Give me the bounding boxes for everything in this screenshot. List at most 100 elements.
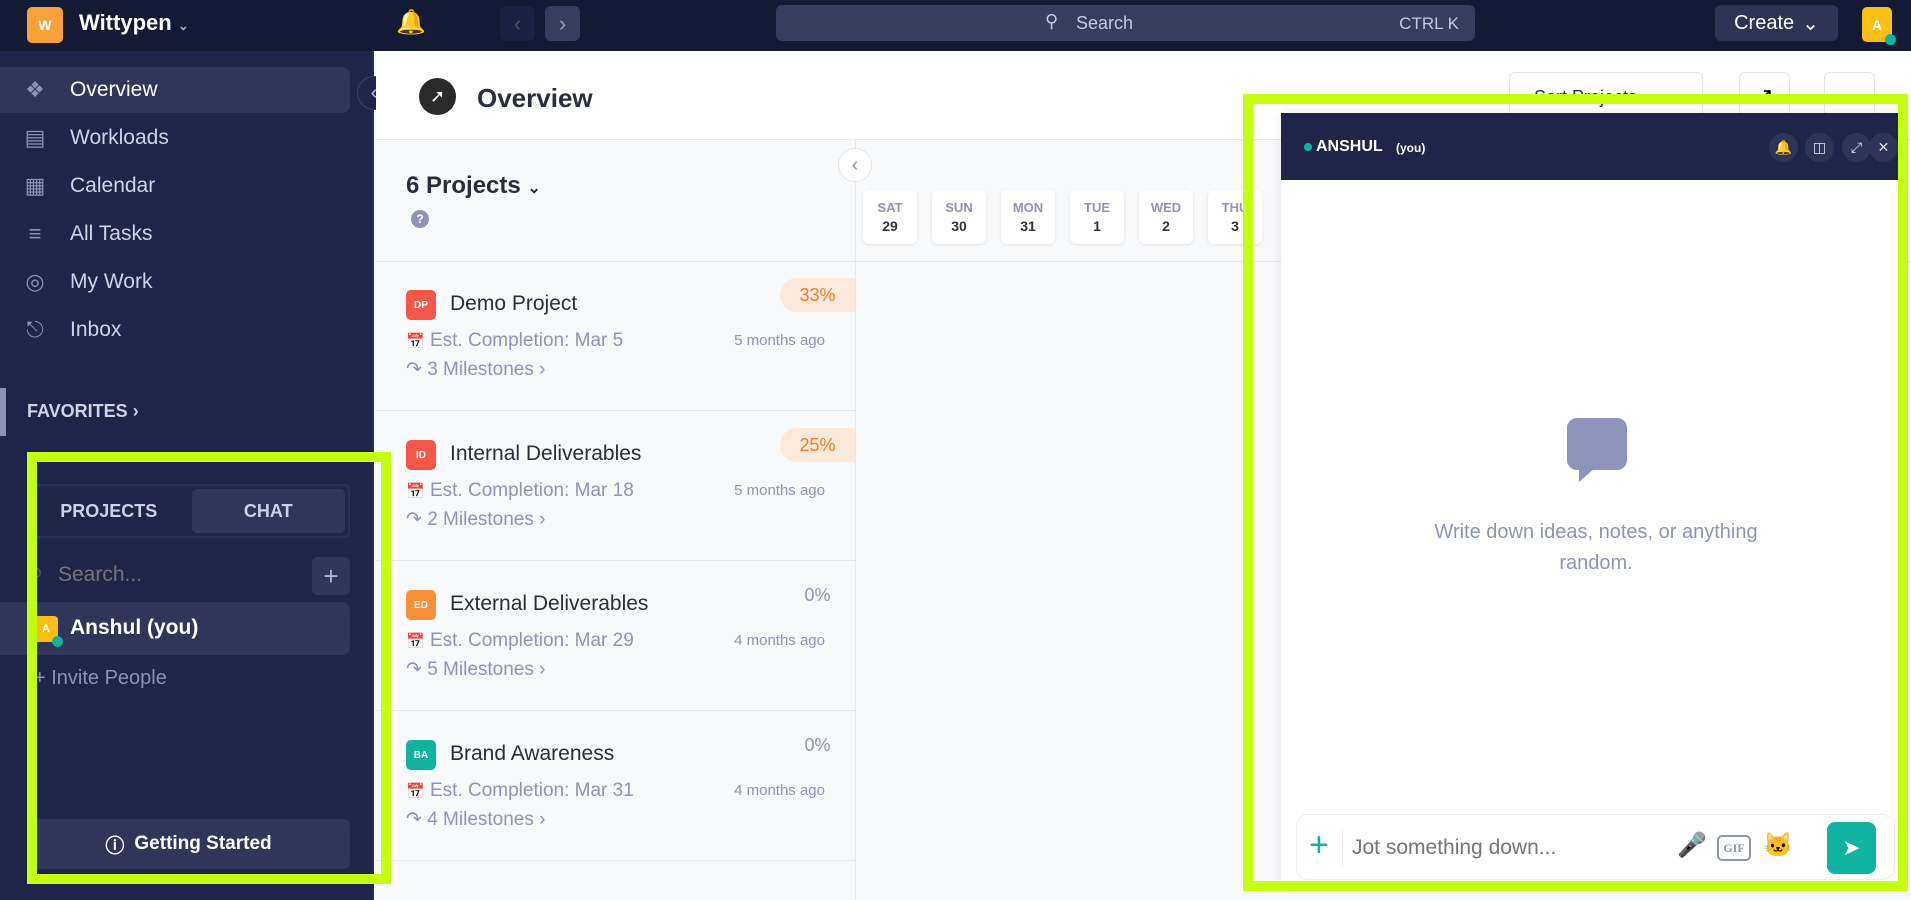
calendar-icon: ▦ xyxy=(24,173,46,198)
projects-count-dropdown[interactable]: 6 Projects ⌄ xyxy=(406,172,541,200)
favorites-indicator xyxy=(0,388,6,436)
search-shortcut: CTRL K xyxy=(1399,14,1459,33)
add-chat-button[interactable]: + xyxy=(312,557,350,595)
completion-date: 📅 Est. Completion: Mar 29 xyxy=(406,630,634,652)
favorites-label: FAVORITES xyxy=(27,401,128,421)
project-name[interactable]: Brand Awareness xyxy=(450,742,614,766)
sidebar-tabs: PROJECTS CHAT xyxy=(27,484,350,538)
project-name[interactable]: Internal Deliverables xyxy=(450,442,641,466)
milestones-link[interactable]: ↷ 4 Milestones › xyxy=(406,808,545,831)
help-circle-icon: ⓘ xyxy=(105,835,125,857)
tab-projects[interactable]: PROJECTS xyxy=(32,489,186,533)
chat-search-input[interactable] xyxy=(58,559,298,591)
sticker-icon[interactable]: 🐱 xyxy=(1763,831,1793,860)
chevron-right-icon: › xyxy=(539,809,546,830)
nav-label: Calendar xyxy=(70,174,156,197)
project-row[interactable]: BA Brand Awareness 📅 Est. Completion: Ma… xyxy=(376,712,855,861)
forward-button[interactable]: › xyxy=(545,6,580,41)
milestones-text: 4 Milestones xyxy=(427,809,534,830)
project-name[interactable]: Demo Project xyxy=(450,292,577,316)
milestones-link[interactable]: ↷ 5 Milestones › xyxy=(406,658,545,681)
completion-date: 📅 Est. Completion: Mar 18 xyxy=(406,480,634,502)
project-name[interactable]: External Deliverables xyxy=(450,592,648,616)
search-icon: ⚲ xyxy=(1045,11,1059,31)
milestones-text: 5 Milestones xyxy=(427,659,534,680)
invite-people-link[interactable]: + Invite People xyxy=(34,667,167,690)
close-button[interactable]: ✕ xyxy=(1869,133,1898,162)
message-input[interactable] xyxy=(1352,831,1652,865)
chat-panel: ANSHUL (you) 🔔 ◫ ⤢ ✕ Write down ideas, n… xyxy=(1281,113,1899,884)
back-button[interactable]: ‹ xyxy=(500,6,535,41)
top-bar: W Wittypen ⌄ 🔔 ‹ › ⚲ Search CTRL K Creat… xyxy=(0,0,1911,51)
updated-time: 4 months ago xyxy=(734,782,825,799)
getting-started-button[interactable]: ⓘ Getting Started xyxy=(27,819,350,869)
project-row[interactable]: DP Demo Project 📅 Est. Completion: Mar 5… xyxy=(376,262,855,411)
microphone-icon[interactable]: 🎤 xyxy=(1677,831,1707,860)
create-button[interactable]: Create ⌄ xyxy=(1715,5,1838,41)
workspace-logo[interactable]: W xyxy=(27,7,63,43)
date-number: 1 xyxy=(1093,218,1101,234)
calendar-icon: 📅 xyxy=(406,783,425,800)
sidebar-item-overview[interactable]: ❖ Overview xyxy=(0,67,350,113)
tab-chat[interactable]: CHAT xyxy=(191,489,345,533)
video-call-button[interactable]: ◫ xyxy=(1805,133,1834,162)
chat-user-anshul[interactable]: A Anshul (you) xyxy=(0,602,350,655)
online-status-dot xyxy=(1304,143,1312,151)
favorites-toggle[interactable]: FAVORITES › xyxy=(27,401,139,422)
chat-user-name: ANSHUL xyxy=(1316,138,1383,155)
page-title: Overview xyxy=(477,83,593,113)
progress-badge: 33% xyxy=(780,278,855,312)
progress-badge: 25% xyxy=(780,428,855,462)
updated-time: 5 months ago xyxy=(734,332,825,349)
completion-text: Est. Completion: Mar 29 xyxy=(429,630,634,651)
composer-divider xyxy=(1342,829,1343,867)
project-badge: DP xyxy=(406,290,436,320)
project-row[interactable]: ID Internal Deliverables 📅 Est. Completi… xyxy=(376,412,855,561)
projects-count: 6 Projects xyxy=(406,172,521,199)
sidebar-item-workloads[interactable]: ▤ Workloads xyxy=(0,115,350,161)
help-icon[interactable]: ? xyxy=(411,210,429,228)
sidebar-item-all-tasks[interactable]: ≡ All Tasks xyxy=(0,211,350,257)
workspace-switcher[interactable]: Wittypen ⌄ xyxy=(79,10,189,36)
empty-state-text: Write down ideas, notes, or anything ran… xyxy=(1434,521,1758,574)
sidebar-item-calendar[interactable]: ▦ Calendar xyxy=(0,163,350,209)
search-label: Search xyxy=(1076,13,1134,33)
completion-date: 📅 Est. Completion: Mar 31 xyxy=(406,780,634,802)
calendar-icon: 📅 xyxy=(406,483,425,500)
user-target-icon: ◎ xyxy=(25,269,45,294)
milestones-link[interactable]: ↷ 2 Milestones › xyxy=(406,508,545,531)
chevron-right-icon: › xyxy=(539,359,546,380)
sidebar-item-inbox[interactable]: ⎋ Inbox xyxy=(0,307,350,353)
project-row[interactable]: ED External Deliverables 📅 Est. Completi… xyxy=(376,562,855,711)
bell-icon: ⎋ xyxy=(26,317,44,342)
completion-text: Est. Completion: Mar 5 xyxy=(429,330,624,351)
date-card: SUN 30 xyxy=(932,190,986,244)
share-arrow-icon: ↷ xyxy=(406,509,422,530)
send-button[interactable]: ➤ xyxy=(1827,822,1876,874)
bar-chart-icon: ▤ xyxy=(24,125,46,150)
attach-plus-icon[interactable]: + xyxy=(1309,827,1329,863)
chevron-right-icon: › xyxy=(132,401,139,421)
date-day: SUN xyxy=(945,200,973,215)
share-arrow-icon: ↷ xyxy=(406,359,422,380)
expand-button[interactable]: ⤢ xyxy=(1842,133,1871,162)
timeline-collapse-button[interactable]: ‹ xyxy=(838,148,872,182)
sidebar-item-my-work[interactable]: ◎ My Work xyxy=(0,259,350,305)
project-badge: BA xyxy=(406,740,436,770)
chevron-right-icon: › xyxy=(539,659,546,680)
gif-button[interactable]: GIF xyxy=(1717,835,1751,861)
date-day: MON xyxy=(1012,200,1044,215)
column-divider xyxy=(855,140,856,900)
global-search[interactable]: ⚲ Search CTRL K xyxy=(776,5,1475,41)
completion-text: Est. Completion: Mar 31 xyxy=(429,780,634,801)
avatar-initial: A xyxy=(1871,16,1883,33)
notifications-bell-icon[interactable]: 🔔 xyxy=(396,8,426,37)
milestones-link[interactable]: ↷ 3 Milestones › xyxy=(406,358,545,381)
completion-date: 📅 Est. Completion: Mar 5 xyxy=(406,330,623,352)
project-row-partial[interactable] xyxy=(376,860,855,900)
speech-bubble-icon xyxy=(1567,418,1627,482)
notification-bell-button[interactable]: 🔔 xyxy=(1769,133,1798,162)
user-avatar[interactable]: A xyxy=(1862,7,1896,45)
date-number: 31 xyxy=(1020,218,1036,234)
date-card: THU 3 xyxy=(1208,190,1262,244)
